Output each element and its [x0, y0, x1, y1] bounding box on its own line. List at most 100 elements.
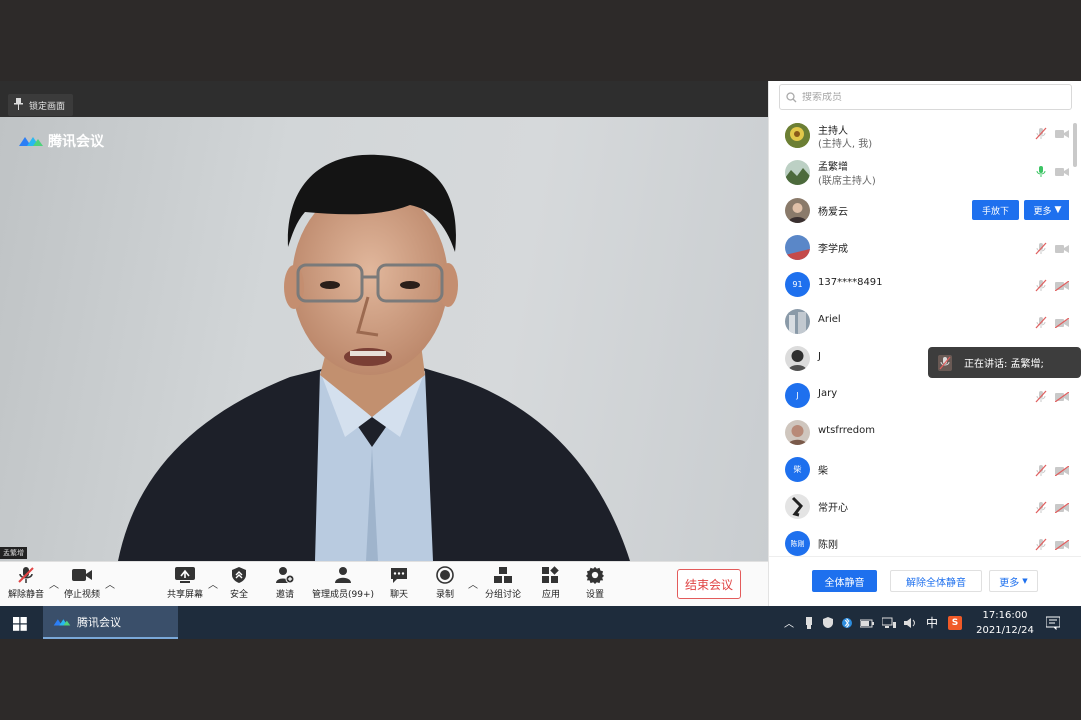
member-name: wtsfrredom	[818, 425, 876, 436]
usb-icon[interactable]	[804, 616, 814, 630]
member-avatar: J	[785, 383, 810, 408]
camera-off-icon	[1055, 539, 1069, 550]
member-name: J	[818, 351, 821, 362]
member-list-scrollbar[interactable]	[1073, 123, 1077, 167]
member-search[interactable]	[779, 84, 1072, 110]
share-options-chevron-icon[interactable]: ︿	[208, 576, 218, 591]
camera-icon	[1055, 244, 1069, 253]
unmute-label: 解除静音	[8, 590, 45, 600]
sogou-ime-icon[interactable]: S	[948, 615, 963, 630]
video-options-chevron-icon[interactable]: ︿	[105, 576, 115, 591]
member-avatar	[785, 420, 810, 445]
invite-button[interactable]: 邀请	[275, 566, 295, 600]
lock-view-label: 锁定画面	[29, 101, 66, 112]
unmute-button[interactable]: 解除静音	[8, 566, 44, 600]
member-name: 137****8491	[818, 277, 883, 288]
pin-icon	[14, 97, 23, 113]
unmute-all-button[interactable]: 解除全体静音	[890, 570, 982, 592]
member-status-icons	[1035, 316, 1069, 329]
volume-icon[interactable]	[904, 617, 918, 629]
security-button[interactable]: 安全	[230, 566, 248, 600]
taskbar-app-label: 腾讯会议	[77, 615, 121, 629]
lower-hand-button[interactable]: 手放下	[972, 200, 1019, 220]
member-row[interactable]: 主持人 (主持人, 我)	[769, 118, 1069, 155]
taskbar-clock[interactable]: 17:16:00 2021/12/24	[967, 608, 1043, 638]
speaking-text: 正在讲话: 孟繁增;	[964, 359, 1044, 370]
camera-off-icon	[1055, 280, 1069, 291]
defender-shield-icon[interactable]	[822, 616, 834, 629]
member-status-icons	[1035, 464, 1069, 477]
audio-options-chevron-icon[interactable]: ︿	[49, 576, 59, 591]
member-name: 常开心	[818, 503, 848, 514]
security-label: 安全	[230, 590, 249, 600]
chat-button[interactable]: 聊天	[389, 566, 409, 600]
caret-down-icon: ▼	[1054, 205, 1062, 215]
member-avatar: 陈刚	[785, 531, 810, 556]
member-search-input[interactable]	[802, 91, 1042, 103]
lock-view-button[interactable]: 锁定画面	[8, 94, 74, 116]
member-avatar: 柴	[785, 457, 810, 482]
battery-icon[interactable]	[860, 618, 874, 628]
meeting-window: 锁定画面 腾讯会议 孟繁增 解除静音 ︿ 停止视频 ︿ 共享屏幕 ︿ 安全 邀请…	[0, 81, 1081, 639]
member-name: 柴	[818, 466, 828, 477]
camera-off-icon	[1055, 502, 1069, 513]
member-name: 孟繁增	[818, 162, 848, 173]
chevron-up-icon[interactable]: ︿	[784, 615, 794, 630]
member-row[interactable]: wtsfrredom	[769, 414, 1069, 451]
member-status-icons	[1035, 501, 1069, 514]
member-status-icons	[1035, 127, 1069, 140]
share-screen-button[interactable]: 共享屏幕	[167, 566, 203, 600]
mic-muted-icon	[1035, 501, 1047, 514]
settings-label: 设置	[585, 590, 604, 600]
apps-button[interactable]: 应用	[541, 566, 561, 600]
stop-video-label: 停止视频	[64, 590, 101, 600]
notification-icon[interactable]	[1045, 615, 1061, 634]
bluetooth-icon[interactable]	[842, 616, 852, 630]
member-row[interactable]: 柴 柴	[769, 451, 1069, 488]
taskbar-app-tencent-meeting[interactable]: 腾讯会议	[43, 606, 178, 639]
member-row[interactable]: 孟繁增 (联席主持人)	[769, 155, 1069, 192]
meeting-toolbar: 解除静音 ︿ 停止视频 ︿ 共享屏幕 ︿ 安全 邀请 管理成员(99+) 聊天	[0, 561, 768, 606]
member-row[interactable]: 陈刚 陈刚	[769, 525, 1069, 556]
mute-all-button[interactable]: 全体静音	[812, 570, 877, 592]
record-options-chevron-icon[interactable]: ︿	[468, 576, 478, 591]
ime-indicator[interactable]: 中	[926, 614, 938, 631]
stop-video-button[interactable]: 停止视频	[64, 566, 100, 600]
member-row[interactable]: 李学成	[769, 229, 1069, 266]
member-row[interactable]: Ariel	[769, 303, 1069, 340]
breakout-rooms-button[interactable]: 分组讨论	[485, 566, 521, 600]
member-role: (主持人, 我)	[818, 139, 873, 150]
record-label: 录制	[435, 590, 454, 600]
member-avatar	[785, 123, 810, 148]
manage-members-label: 管理成员(99+)	[312, 590, 375, 600]
tencent-meeting-app-icon	[53, 618, 71, 625]
end-meeting-button[interactable]: 结束会议	[677, 569, 741, 599]
settings-button[interactable]: 设置	[585, 566, 605, 600]
speaker-name-tag: 孟繁增	[0, 547, 27, 559]
mic-muted-icon	[1035, 127, 1047, 140]
mic-active-icon	[1036, 166, 1046, 177]
member-row[interactable]: J Jary	[769, 377, 1069, 414]
shield-icon	[232, 567, 246, 583]
windows-taskbar: 腾讯会议 ︿ 中 S 17:16:00 2021/12/24	[0, 606, 1081, 639]
windows-start-icon[interactable]	[13, 616, 27, 635]
more-button[interactable]: 更多 ▼	[989, 570, 1038, 592]
network-icon[interactable]	[882, 617, 896, 629]
manage-members-button[interactable]: 管理成员(99+)	[312, 566, 374, 600]
camera-icon	[72, 569, 92, 581]
camera-icon	[1055, 167, 1069, 176]
member-row[interactable]: 常开心	[769, 488, 1069, 525]
member-row[interactable]: 杨爱云 手放下 更多 ▼	[769, 192, 1069, 229]
camera-off-icon	[1055, 465, 1069, 476]
member-more-button[interactable]: 更多 ▼	[1024, 200, 1069, 220]
member-status-icons	[1035, 538, 1069, 551]
member-avatar: 91	[785, 272, 810, 297]
speaker-mic-icon	[938, 354, 952, 371]
more-label: 更多	[999, 577, 1020, 589]
mic-muted-icon	[18, 567, 34, 583]
apps-icon	[542, 566, 559, 583]
member-name: 杨爱云	[818, 207, 848, 218]
caret-down-icon: ▼	[1022, 577, 1028, 585]
record-button[interactable]: 录制	[435, 566, 455, 600]
member-row[interactable]: 91 137****8491	[769, 266, 1069, 303]
